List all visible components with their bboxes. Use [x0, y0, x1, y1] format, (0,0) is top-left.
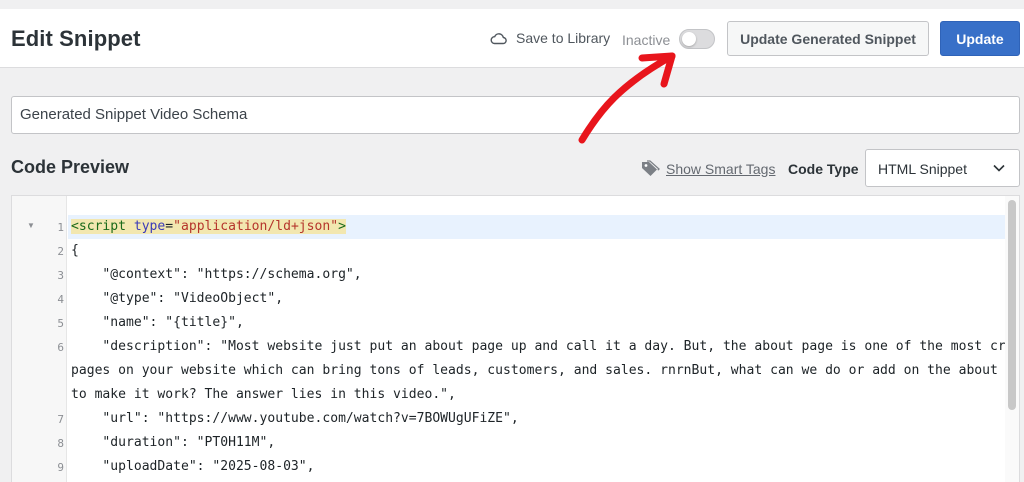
snippet-title-input[interactable]: Generated Snippet Video Schema — [11, 96, 1020, 134]
code-line: 5 "name": "{title}", — [12, 311, 1012, 335]
code-text: "uploadDate": "2025-08-03", — [71, 459, 315, 474]
save-to-library-label: Save to Library — [516, 30, 611, 46]
code-text: <script type="application/ld+json"> — [71, 219, 346, 234]
code-text: pages on your website which can bring to… — [71, 363, 1020, 378]
code-text: { — [71, 243, 79, 258]
active-toggle[interactable] — [679, 29, 715, 49]
code-line: 4 "@type": "VideoObject", — [12, 287, 1012, 311]
status-label: Inactive — [622, 32, 671, 48]
code-line: 8 "duration": "PT0H11M", — [12, 431, 1012, 455]
code-type-label: Code Type — [788, 161, 859, 177]
show-smart-tags-link[interactable]: Show Smart Tags — [641, 160, 775, 177]
code-line: ▼ 1 <script type="application/ld+json"> — [12, 215, 1012, 239]
line-number: 3 — [57, 269, 64, 282]
update-button[interactable]: Update — [940, 21, 1020, 56]
chevron-down-icon — [993, 164, 1005, 172]
smart-tags-label: Show Smart Tags — [666, 160, 776, 177]
code-line-wrapped: to make it work? The answer lies in this… — [12, 383, 1012, 407]
line-number: 5 — [57, 317, 64, 330]
update-generated-snippet-button[interactable]: Update Generated Snippet — [727, 21, 929, 56]
page-title: Edit Snippet — [11, 26, 141, 51]
line-number: 4 — [57, 293, 64, 306]
code-line: 9 "uploadDate": "2025-08-03", — [12, 455, 1012, 479]
line-number: 2 — [57, 245, 64, 258]
code-line: 7 "url": "https://www.youtube.com/watch?… — [12, 407, 1012, 431]
code-text: to make it work? The answer lies in this… — [71, 387, 456, 402]
scrollbar-thumb[interactable] — [1008, 200, 1016, 410]
code-text: "@type": "VideoObject", — [71, 291, 284, 306]
code-line-wrapped: pages on your website which can bring to… — [12, 359, 1019, 383]
code-text: "url": "https://www.youtube.com/watch?v=… — [71, 411, 519, 426]
code-type-value: HTML Snippet — [878, 161, 967, 177]
line-number: 8 — [57, 437, 64, 450]
code-preview-heading: Code Preview — [11, 157, 130, 177]
code-editor[interactable]: ▼ 1 <script type="application/ld+json"> … — [11, 195, 1020, 482]
line-number: 6 — [57, 341, 64, 354]
editor-scrollbar[interactable] — [1005, 196, 1019, 482]
tag-icon — [642, 160, 660, 176]
top-strip — [0, 0, 1024, 9]
save-to-library-button[interactable]: Save to Library — [490, 30, 610, 46]
code-line: 3 "@context": "https://schema.org", — [12, 263, 1012, 287]
line-number: 9 — [57, 461, 64, 474]
line-number: 1 — [57, 221, 64, 234]
line-number: 7 — [57, 413, 64, 426]
toggle-knob — [682, 32, 696, 46]
tag-match-highlight: <script type="application/ld+json"> — [71, 219, 346, 234]
cloud-icon — [490, 33, 507, 45]
code-type-select[interactable]: HTML Snippet — [865, 149, 1020, 187]
editor-header: Edit Snippet Save to Library Inactive Up… — [0, 9, 1024, 68]
code-line: 2 { — [12, 239, 1012, 263]
code-text: "duration": "PT0H11M", — [71, 435, 276, 450]
code-text: "description": "Most website just put an… — [71, 339, 1020, 354]
code-text: "@context": "https://schema.org", — [71, 267, 362, 282]
code-text: "name": "{title}", — [71, 315, 244, 330]
code-line: 6 "description": "Most website just put … — [12, 335, 1019, 359]
fold-triangle-icon[interactable]: ▼ — [27, 221, 35, 230]
